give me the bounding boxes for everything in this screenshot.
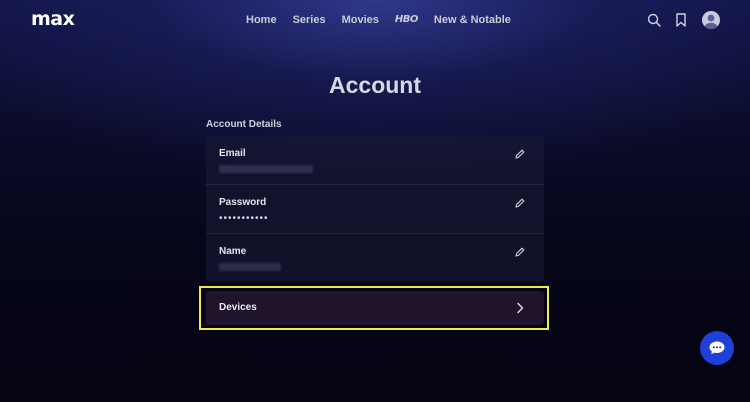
nav-link-home[interactable]: Home bbox=[246, 12, 277, 28]
chat-bubble-icon bbox=[709, 341, 725, 355]
section-label-account-details: Account Details bbox=[206, 119, 282, 130]
nav-icons bbox=[636, 11, 720, 29]
page-title: Account bbox=[329, 72, 421, 98]
nav-link-movies[interactable]: Movies bbox=[342, 12, 379, 28]
name-value-redacted bbox=[219, 263, 281, 271]
edit-name-icon[interactable] bbox=[514, 246, 526, 258]
email-value-redacted bbox=[219, 165, 313, 173]
name-label: Name bbox=[219, 246, 247, 257]
search-icon[interactable] bbox=[645, 11, 663, 29]
password-value: ••••••••••• bbox=[219, 213, 269, 224]
nav-links: Home Series Movies HBO New & Notable bbox=[246, 12, 527, 28]
account-row-email: Email bbox=[206, 136, 544, 184]
bookmark-icon[interactable] bbox=[672, 11, 690, 29]
top-nav: max Home Series Movies HBO New & Notable bbox=[0, 0, 750, 40]
account-row-password: Password ••••••••••• bbox=[206, 185, 544, 233]
chat-support-button[interactable] bbox=[700, 331, 734, 365]
max-logo[interactable]: max bbox=[31, 9, 75, 29]
password-label: Password bbox=[219, 197, 267, 208]
profile-avatar[interactable] bbox=[702, 11, 720, 29]
edit-password-icon[interactable] bbox=[514, 197, 526, 209]
nav-link-series[interactable]: Series bbox=[293, 12, 326, 28]
nav-link-hbo[interactable]: HBO bbox=[395, 12, 419, 28]
devices-row[interactable]: Devices bbox=[206, 291, 544, 325]
devices-label: Devices bbox=[219, 302, 257, 313]
account-row-name: Name bbox=[206, 234, 544, 282]
email-label: Email bbox=[219, 148, 246, 159]
edit-email-icon[interactable] bbox=[514, 148, 526, 160]
chevron-right-icon bbox=[517, 302, 524, 314]
nav-link-new-notable[interactable]: New & Notable bbox=[434, 12, 511, 28]
